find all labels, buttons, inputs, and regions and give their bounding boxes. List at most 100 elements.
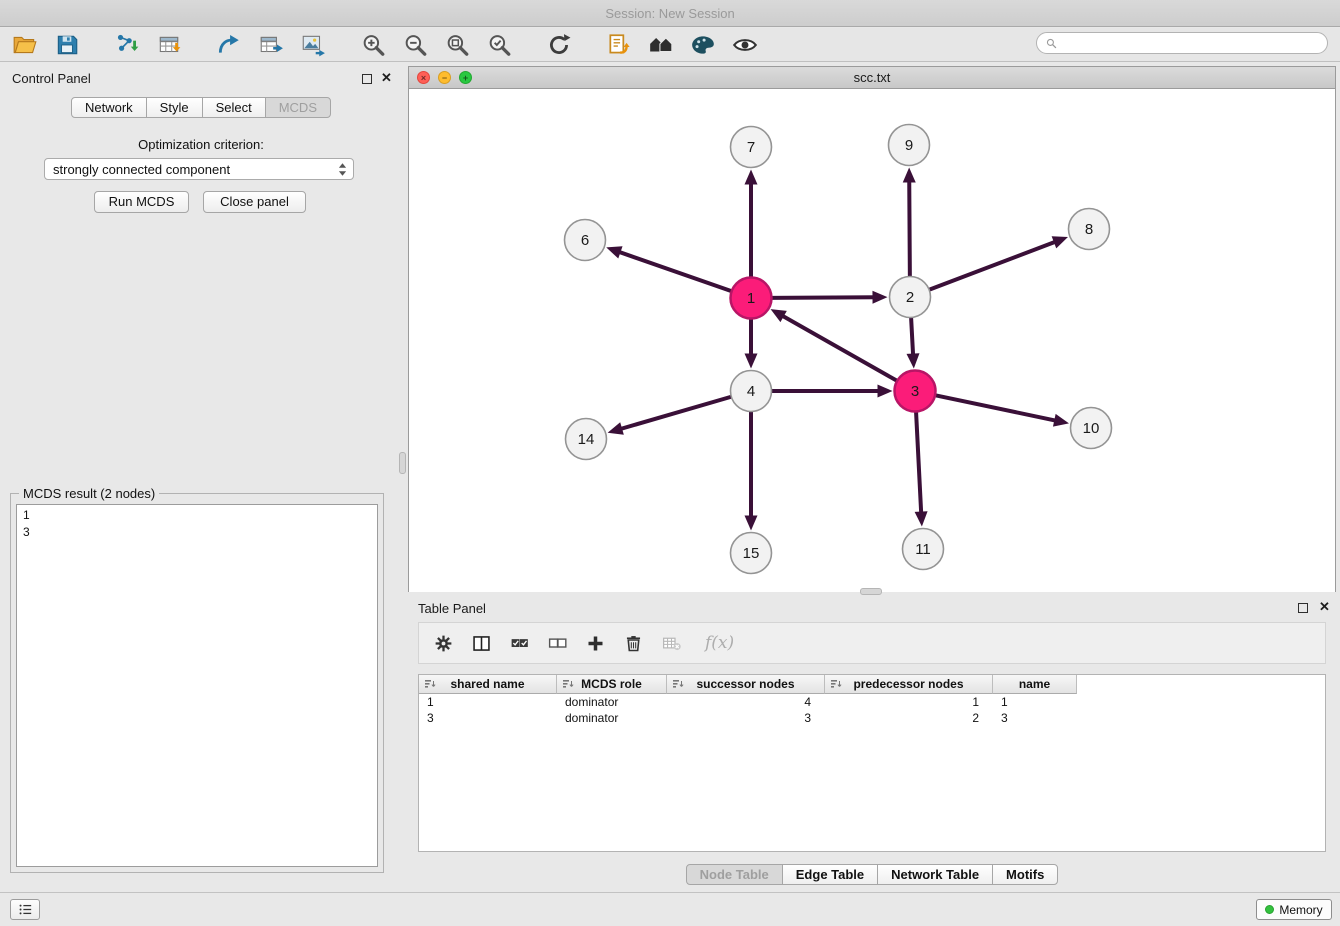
network-graph: 7 9 6 8 1 2 3 4 10 14 15 11 xyxy=(409,90,1335,592)
table-cell: 3 xyxy=(667,711,825,725)
node-4[interactable]: 4 xyxy=(731,371,772,412)
horizontal-splitter[interactable] xyxy=(860,588,882,595)
task-history-button[interactable] xyxy=(10,899,40,920)
search-field[interactable] xyxy=(1036,32,1328,54)
zoom-fit-icon[interactable] xyxy=(442,30,472,60)
import-network-icon[interactable] xyxy=(112,30,142,60)
export-table-icon[interactable] xyxy=(256,30,286,60)
control-panel-tabs: NetworkStyleSelectMCDS xyxy=(0,97,402,118)
float-table-panel-icon[interactable] xyxy=(1298,603,1308,613)
column-label: shared name xyxy=(450,677,524,691)
control-panel-title: Control Panel xyxy=(12,71,91,86)
column-label: MCDS role xyxy=(581,677,642,691)
column-header-predecessor-nodes[interactable]: predecessor nodes xyxy=(825,675,993,694)
edge-3-10[interactable] xyxy=(936,395,1057,420)
grid-delete-icon[interactable] xyxy=(659,631,683,655)
table-cell: 1 xyxy=(993,695,1077,709)
node-9[interactable]: 9 xyxy=(889,125,930,166)
edge-2-9[interactable] xyxy=(909,179,910,275)
memory-button[interactable]: Memory xyxy=(1256,899,1332,920)
palette-icon[interactable] xyxy=(688,30,718,60)
memory-label: Memory xyxy=(1279,903,1322,917)
tab-network[interactable]: Network xyxy=(71,97,147,118)
window-title: Session: New Session xyxy=(605,6,734,21)
close-panel-button[interactable]: Close panel xyxy=(203,191,306,213)
zoom-window-icon[interactable]: + xyxy=(459,71,472,84)
edge-4-14[interactable] xyxy=(619,397,730,429)
edge-2-8[interactable] xyxy=(930,241,1057,289)
deselect-all-icon[interactable] xyxy=(545,631,569,655)
column-header-mcds-role[interactable]: MCDS role xyxy=(557,675,667,694)
close-panel-icon[interactable]: ✕ xyxy=(381,70,392,86)
node-label: 10 xyxy=(1083,420,1100,437)
node-11[interactable]: 11 xyxy=(903,529,944,570)
tab-network-table[interactable]: Network Table xyxy=(877,864,993,885)
edge-arrow-icon xyxy=(907,353,920,368)
sort-icon xyxy=(672,678,684,690)
table-body: 1dominator4113dominator323 xyxy=(419,694,1325,726)
network-window-titlebar[interactable]: × − + scc.txt xyxy=(409,67,1335,89)
add-icon[interactable] xyxy=(583,631,607,655)
close-table-panel-icon[interactable]: ✕ xyxy=(1319,599,1330,615)
zoom-selected-icon[interactable] xyxy=(484,30,514,60)
gear-icon[interactable] xyxy=(431,631,455,655)
node-6[interactable]: 6 xyxy=(565,220,606,261)
edge-arrow-icon xyxy=(608,422,624,434)
node-14[interactable]: 14 xyxy=(566,419,607,460)
edge-2-3[interactable] xyxy=(911,318,913,356)
folder-open-icon[interactable] xyxy=(10,30,40,60)
tab-edge-table[interactable]: Edge Table xyxy=(782,864,878,885)
search-input[interactable] xyxy=(1062,36,1319,51)
column-header-shared-name[interactable]: shared name xyxy=(419,675,557,694)
function-builder-icon[interactable]: f(x) xyxy=(705,633,734,653)
trash-icon[interactable] xyxy=(621,631,645,655)
node-10[interactable]: 10 xyxy=(1071,408,1112,449)
column-chooser-icon[interactable] xyxy=(469,631,493,655)
search-icon xyxy=(1045,37,1058,50)
vertical-splitter[interactable] xyxy=(399,452,406,474)
double-house-icon[interactable] xyxy=(646,30,676,60)
select-all-icon[interactable] xyxy=(507,631,531,655)
minimize-window-icon[interactable]: − xyxy=(438,71,451,84)
zoom-in-icon[interactable] xyxy=(358,30,388,60)
node-label: 2 xyxy=(906,289,914,306)
close-window-icon[interactable]: × xyxy=(417,71,430,84)
node-label: 4 xyxy=(747,383,755,400)
export-image-icon[interactable] xyxy=(298,30,328,60)
run-mcds-button[interactable]: Run MCDS xyxy=(94,191,189,213)
node-1[interactable]: 1 xyxy=(731,278,772,319)
zoom-out-icon[interactable] xyxy=(400,30,430,60)
sort-icon xyxy=(830,678,842,690)
column-header-name[interactable]: name xyxy=(993,675,1077,694)
import-table-icon[interactable] xyxy=(154,30,184,60)
edge-1-6[interactable] xyxy=(618,251,731,291)
refresh-icon[interactable] xyxy=(544,30,574,60)
column-header-successor-nodes[interactable]: successor nodes xyxy=(667,675,825,694)
node-label: 8 xyxy=(1085,221,1093,238)
table-row[interactable]: 1dominator411 xyxy=(419,694,1325,710)
save-icon[interactable] xyxy=(52,30,82,60)
tab-node-table[interactable]: Node Table xyxy=(686,864,783,885)
node-15[interactable]: 15 xyxy=(731,533,772,574)
paste-style-icon[interactable] xyxy=(604,30,634,60)
table-row[interactable]: 3dominator323 xyxy=(419,710,1325,726)
edge-1-2[interactable] xyxy=(772,297,875,298)
node-7[interactable]: 7 xyxy=(731,127,772,168)
node-8[interactable]: 8 xyxy=(1069,209,1110,250)
control-panel: Control Panel ✕ NetworkStyleSelectMCDS O… xyxy=(0,66,402,888)
node-3[interactable]: 3 xyxy=(895,371,936,412)
tab-motifs[interactable]: Motifs xyxy=(992,864,1058,885)
export-network-icon[interactable] xyxy=(214,30,244,60)
float-panel-icon[interactable] xyxy=(362,74,372,84)
tab-style[interactable]: Style xyxy=(146,97,203,118)
edge-3-1[interactable] xyxy=(781,315,896,380)
criterion-select[interactable]: strongly connected component xyxy=(44,158,354,180)
column-label: successor nodes xyxy=(696,677,794,691)
toolbar-separator xyxy=(586,44,604,45)
tab-select[interactable]: Select xyxy=(202,97,266,118)
network-canvas[interactable]: 7 9 6 8 1 2 3 4 10 14 15 11 xyxy=(409,90,1335,592)
edge-3-11[interactable] xyxy=(916,412,921,514)
tab-mcds[interactable]: MCDS xyxy=(265,97,331,118)
node-2[interactable]: 2 xyxy=(890,277,931,318)
eye-icon[interactable] xyxy=(730,30,760,60)
